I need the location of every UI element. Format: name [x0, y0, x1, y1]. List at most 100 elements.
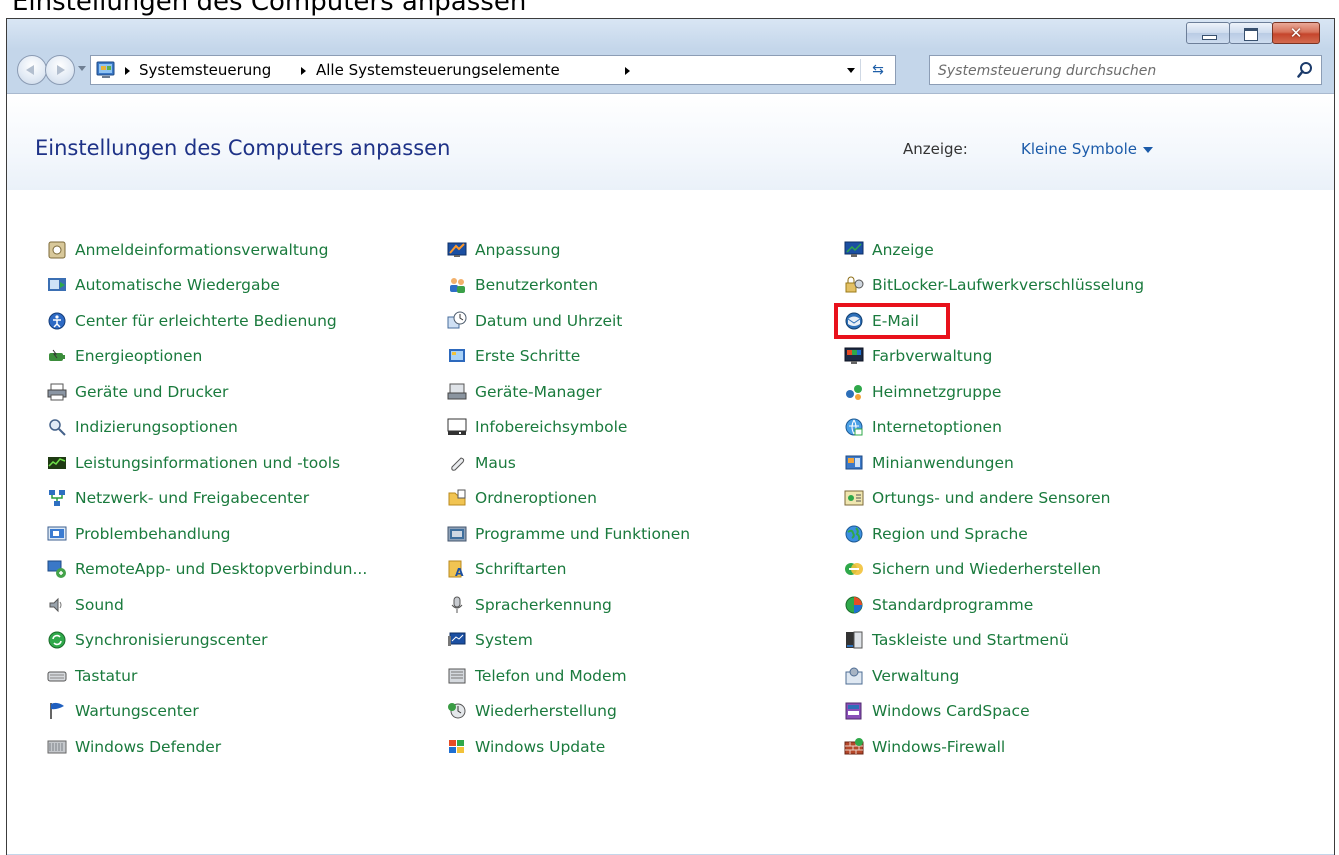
control-panel-item-label[interactable]: Spracherkennung — [475, 596, 612, 614]
control-panel-item-anzeige[interactable]: Anzeige — [842, 232, 1144, 268]
control-panel-item-standardprogramme[interactable]: Standardprogramme — [842, 587, 1144, 623]
control-panel-item-telefon-und-modem[interactable]: Telefon und Modem — [445, 658, 690, 694]
control-panel-item-verwaltung[interactable]: Verwaltung — [842, 658, 1144, 694]
control-panel-item-infobereichsymbole[interactable]: Infobereichsymbole — [445, 410, 690, 446]
control-panel-item-label[interactable]: Standardprogramme — [872, 596, 1033, 614]
control-panel-item-label[interactable]: Synchronisierungscenter — [75, 631, 268, 649]
control-panel-item-label[interactable]: Windows Update — [475, 738, 605, 756]
control-panel-item-erste-schritte[interactable]: Erste Schritte — [445, 339, 690, 375]
control-panel-item-schriftarten[interactable]: A Schriftarten — [445, 552, 690, 588]
control-panel-item-automatische-wiedergabe[interactable]: Automatische Wiedergabe — [45, 268, 367, 304]
control-panel-item-synchronisierungscenter[interactable]: Synchronisierungscenter — [45, 623, 367, 659]
refresh-button[interactable]: ⇆ — [867, 59, 889, 81]
breadcrumb-alle-elemente[interactable]: Alle Systemsteuerungselemente — [316, 61, 560, 79]
control-panel-item-anpassung[interactable]: Anpassung — [445, 232, 690, 268]
control-panel-item-label[interactable]: Geräte-Manager — [475, 383, 602, 401]
control-panel-item-label[interactable]: Verwaltung — [872, 667, 959, 685]
control-panel-item-label[interactable]: Anzeige — [872, 241, 934, 259]
control-panel-item-label[interactable]: Heimnetzgruppe — [872, 383, 1001, 401]
control-panel-item-label[interactable]: Infobereichsymbole — [475, 418, 627, 436]
control-panel-item-label[interactable]: Region und Sprache — [872, 525, 1028, 543]
control-panel-item-benutzerkonten[interactable]: Benutzerkonten — [445, 268, 690, 304]
control-panel-item-label[interactable]: Windows Defender — [75, 738, 221, 756]
control-panel-item-bitlocker-laufwerkverschluesselung[interactable]: BitLocker-Laufwerkverschlüsselung — [842, 268, 1144, 304]
control-panel-item-label[interactable]: Energieoptionen — [75, 347, 202, 365]
control-panel-item-label[interactable]: Benutzerkonten — [475, 276, 598, 294]
control-panel-item-indizierungsoptionen[interactable]: Indizierungsoptionen — [45, 410, 367, 446]
control-panel-item-label[interactable]: Problembehandlung — [75, 525, 231, 543]
control-panel-item-label[interactable]: Ordneroptionen — [475, 489, 597, 507]
control-panel-item-label[interactable]: Ortungs- und andere Sensoren — [872, 489, 1111, 507]
control-panel-item-tastatur[interactable]: Tastatur — [45, 658, 367, 694]
view-mode-dropdown[interactable]: Kleine Symbole — [1021, 140, 1154, 158]
breadcrumb-arrow-icon[interactable] — [125, 67, 130, 75]
control-panel-item-label[interactable]: Farbverwaltung — [872, 347, 992, 365]
control-panel-item-label[interactable]: Sichern und Wiederherstellen — [872, 560, 1101, 578]
search-box[interactable] — [929, 55, 1322, 85]
control-panel-item-wiederherstellung[interactable]: Wiederherstellung — [445, 694, 690, 730]
control-panel-item-label[interactable]: Telefon und Modem — [475, 667, 627, 685]
control-panel-item-label[interactable]: Tastatur — [75, 667, 137, 685]
control-panel-item-label[interactable]: Automatische Wiedergabe — [75, 276, 280, 294]
control-panel-item-spracherkennung[interactable]: Spracherkennung — [445, 587, 690, 623]
address-bar[interactable]: Systemsteuerung Alle Systemsteuerungsele… — [90, 55, 896, 85]
address-dropdown-icon[interactable] — [847, 68, 855, 73]
control-panel-item-label[interactable]: Netzwerk- und Freigabecenter — [75, 489, 309, 507]
control-panel-item-ordneroptionen[interactable]: Ordneroptionen — [445, 481, 690, 517]
control-panel-item-label[interactable]: Windows CardSpace — [872, 702, 1030, 720]
control-panel-item-windows-update[interactable]: Windows Update — [445, 729, 690, 765]
control-panel-item-ortungs-und-andere-sensoren[interactable]: Ortungs- und andere Sensoren — [842, 481, 1144, 517]
control-panel-item-label[interactable]: Geräte und Drucker — [75, 383, 228, 401]
control-panel-item-windows-firewall[interactable]: Windows-Firewall — [842, 729, 1144, 765]
control-panel-item-geraete-und-drucker[interactable]: Geräte und Drucker — [45, 374, 367, 410]
control-panel-item-sound[interactable]: Sound — [45, 587, 367, 623]
control-panel-item-maus[interactable]: Maus — [445, 445, 690, 481]
control-panel-item-label[interactable]: Internetoptionen — [872, 418, 1002, 436]
forward-button[interactable] — [45, 55, 75, 85]
control-panel-item-problembehandlung[interactable]: Problembehandlung — [45, 516, 367, 552]
control-panel-item-leistungsinformationen-und-tools[interactable]: Leistungsinformationen und -tools — [45, 445, 367, 481]
control-panel-item-minianwendungen[interactable]: Minianwendungen — [842, 445, 1144, 481]
control-panel-item-wartungscenter[interactable]: Wartungscenter — [45, 694, 367, 730]
control-panel-item-label[interactable]: Anmeldeinformationsverwaltung — [75, 241, 328, 259]
control-panel-item-label[interactable]: E-Mail — [872, 312, 919, 330]
maximize-button[interactable] — [1229, 22, 1273, 44]
control-panel-item-label[interactable]: BitLocker-Laufwerkverschlüsselung — [872, 276, 1144, 294]
control-panel-item-e-mail[interactable]: E-Mail — [834, 303, 1144, 339]
control-panel-item-remoteapp-und-desktopverbindun[interactable]: RemoteApp- und Desktopverbindun... — [45, 552, 367, 588]
chevron-down-icon[interactable] — [1143, 146, 1154, 153]
control-panel-item-energieoptionen[interactable]: Energieoptionen — [45, 339, 367, 375]
back-button[interactable] — [17, 55, 47, 85]
control-panel-item-label[interactable]: Programme und Funktionen — [475, 525, 690, 543]
control-panel-item-label[interactable]: RemoteApp- und Desktopverbindun... — [75, 560, 367, 578]
control-panel-item-geraete-manager[interactable]: Geräte-Manager — [445, 374, 690, 410]
control-panel-item-netzwerk-und-freigabecenter[interactable]: Netzwerk- und Freigabecenter — [45, 481, 367, 517]
control-panel-item-label[interactable]: Datum und Uhrzeit — [475, 312, 622, 330]
control-panel-item-label[interactable]: Windows-Firewall — [872, 738, 1005, 756]
control-panel-item-label[interactable]: Wartungscenter — [75, 702, 199, 720]
breadcrumb-arrow-icon[interactable] — [625, 67, 630, 75]
control-panel-item-windows-cardspace[interactable]: Windows CardSpace — [842, 694, 1144, 730]
control-panel-item-taskleiste-und-startmenue[interactable]: Taskleiste und Startmenü — [842, 623, 1144, 659]
control-panel-item-label[interactable]: Center für erleichterte Bedienung — [75, 312, 337, 330]
breadcrumb-arrow-icon[interactable] — [301, 67, 306, 75]
search-input[interactable] — [936, 60, 1280, 82]
control-panel-item-label[interactable]: Indizierungsoptionen — [75, 418, 238, 436]
breadcrumb-systemsteuerung[interactable]: Systemsteuerung — [139, 61, 271, 79]
search-icon[interactable] — [1297, 61, 1313, 79]
control-panel-item-farbverwaltung[interactable]: Farbverwaltung — [842, 339, 1144, 375]
control-panel-item-label[interactable]: Taskleiste und Startmenü — [872, 631, 1069, 649]
control-panel-item-system[interactable]: System — [445, 623, 690, 659]
view-mode-value[interactable]: Kleine Symbole — [1021, 140, 1137, 158]
control-panel-item-datum-und-uhrzeit[interactable]: Datum und Uhrzeit — [445, 303, 690, 339]
control-panel-item-anmeldeinformationsverwaltung[interactable]: Anmeldeinformationsverwaltung — [45, 232, 367, 268]
control-panel-item-label[interactable]: Minianwendungen — [872, 454, 1014, 472]
control-panel-item-center-fuer-erleichterte-bedienung[interactable]: Center für erleichterte Bedienung — [45, 303, 367, 339]
control-panel-item-label[interactable]: Maus — [475, 454, 516, 472]
control-panel-item-programme-und-funktionen[interactable]: Programme und Funktionen — [445, 516, 690, 552]
control-panel-item-sichern-und-wiederherstellen[interactable]: Sichern und Wiederherstellen — [842, 552, 1144, 588]
minimize-button[interactable] — [1186, 22, 1230, 44]
control-panel-item-internetoptionen[interactable]: Internetoptionen — [842, 410, 1144, 446]
recent-pages-dropdown[interactable] — [78, 66, 86, 71]
control-panel-item-label[interactable]: System — [475, 631, 533, 649]
